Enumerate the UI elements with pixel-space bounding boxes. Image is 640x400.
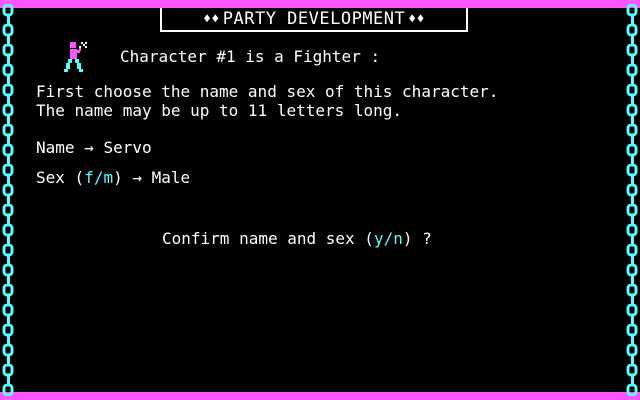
title-ornament-left: ♦♦ bbox=[203, 11, 220, 27]
sex-options-open: ( bbox=[74, 168, 85, 187]
bottom-border-bar bbox=[0, 392, 640, 400]
right-chain-border bbox=[624, 4, 640, 396]
screen-title-text: PARTY DEVELOPMENT bbox=[222, 9, 406, 29]
sex-arrow-icon: → bbox=[132, 168, 143, 187]
sex-field[interactable]: Sex (f/m) → Male bbox=[36, 168, 190, 187]
confirm-prompt-text: Confirm name and sex bbox=[162, 229, 355, 248]
sex-options-close: ) bbox=[113, 168, 123, 187]
sex-options: f/m bbox=[84, 168, 114, 187]
top-border-bar bbox=[0, 0, 640, 8]
name-arrow-icon: → bbox=[84, 138, 94, 157]
name-field[interactable]: Name → Servo bbox=[36, 138, 152, 157]
title-ornament-right: ♦♦ bbox=[408, 11, 425, 27]
confirm-suffix: ? bbox=[422, 229, 432, 248]
instruction-line-2: The name may be up to 11 letters long. bbox=[36, 101, 403, 120]
character-class-line: Character #1 is a Fighter : bbox=[120, 47, 381, 66]
game-screen: ♦♦ PARTY DEVELOPMENT ♦♦ Character #1 is … bbox=[0, 0, 640, 400]
sex-value[interactable]: Male bbox=[152, 168, 191, 187]
name-label: Name bbox=[36, 138, 75, 157]
sex-label: Sex bbox=[36, 168, 65, 187]
confirm-options-close: ) bbox=[402, 229, 413, 248]
fighter-sprite-icon bbox=[64, 42, 87, 72]
name-value[interactable]: Servo bbox=[103, 138, 151, 157]
instruction-line-1: First choose the name and sex of this ch… bbox=[36, 82, 499, 101]
confirm-options-open: ( bbox=[364, 229, 374, 248]
screen-title: ♦♦ PARTY DEVELOPMENT ♦♦ bbox=[160, 8, 468, 32]
left-chain-border bbox=[0, 4, 16, 396]
confirm-options: y/n bbox=[373, 229, 403, 248]
confirm-prompt[interactable]: Confirm name and sex (y/n) ? bbox=[162, 229, 432, 248]
